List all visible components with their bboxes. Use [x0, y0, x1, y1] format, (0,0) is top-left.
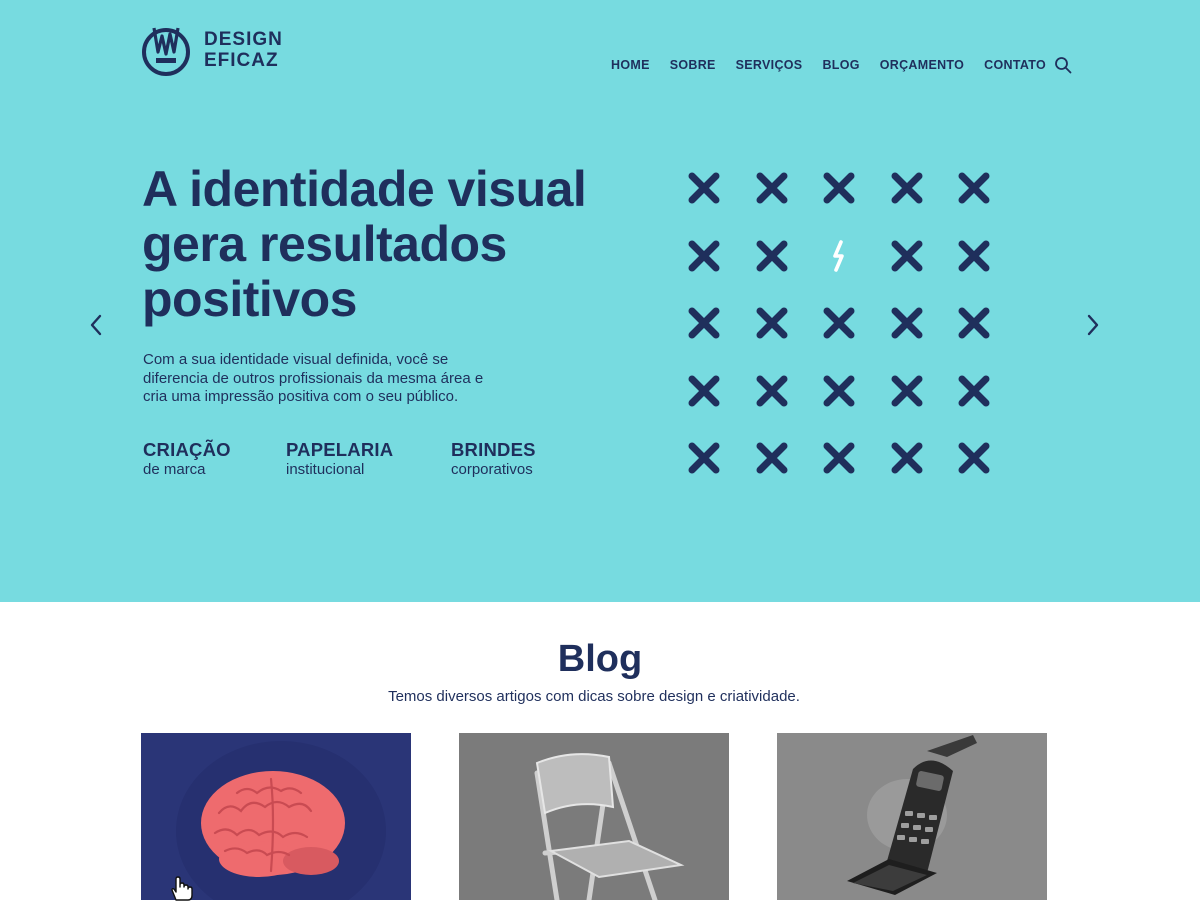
hand-cursor-icon: [171, 876, 193, 901]
chevron-right-icon[interactable]: [1085, 313, 1101, 337]
x-icon: [956, 373, 992, 409]
x-icon: [889, 373, 925, 409]
x-icon: [821, 305, 857, 341]
blog-subtitle: Temos diversos artigos com dicas sobre d…: [388, 688, 800, 705]
feature-item: PAPELARIA institucional: [286, 440, 451, 479]
search-icon[interactable]: [1054, 56, 1072, 74]
hero-lead: Com a sua identidade visual definida, vo…: [143, 351, 484, 405]
x-icon: [686, 305, 722, 341]
nav-sobre[interactable]: SOBRE: [670, 58, 716, 72]
flip-phone-image: [777, 733, 1047, 900]
folding-chair-image: [459, 733, 729, 900]
x-icon: [956, 238, 992, 274]
x-icon: [686, 238, 722, 274]
x-icon: [889, 238, 925, 274]
x-icon: [956, 170, 992, 206]
x-icon: [956, 440, 992, 476]
nav-home[interactable]: HOME: [611, 58, 650, 72]
lightning-icon: [821, 238, 857, 274]
x-icon: [956, 305, 992, 341]
x-icon: [821, 170, 857, 206]
nav-orcamento[interactable]: ORÇAMENTO: [880, 58, 964, 72]
x-icon: [754, 305, 790, 341]
feature-title: PAPELARIA: [286, 439, 394, 460]
main-nav: HOME SOBRE SERVIÇOS BLOG ORÇAMENTO CONTA…: [611, 56, 1072, 74]
x-icon: [686, 373, 722, 409]
blog-card[interactable]: [459, 733, 729, 900]
brand-wordmark: DESIGN EFICAZ: [204, 29, 283, 71]
x-icon: [686, 440, 722, 476]
brand-logo[interactable]: DESIGN EFICAZ: [140, 20, 290, 80]
x-icon: [821, 373, 857, 409]
feature-item: BRINDES corporativos: [451, 440, 561, 479]
x-icon: [889, 170, 925, 206]
logo-icon: [142, 27, 190, 76]
brand-line-2: EFICAZ: [204, 50, 279, 71]
x-icon: [754, 440, 790, 476]
x-icon: [889, 440, 925, 476]
hero-headline: A identidade visual gera resultados posi…: [142, 161, 587, 327]
blog-title: Blog: [557, 638, 643, 680]
x-icon: [754, 238, 790, 274]
pattern-grid: [686, 170, 992, 478]
blog-card[interactable]: [777, 733, 1047, 900]
feature-subtitle: corporativos: [451, 461, 533, 478]
x-icon: [686, 170, 722, 206]
feature-title: CRIAÇÃO: [143, 439, 231, 460]
nav-contato[interactable]: CONTATO: [984, 58, 1046, 72]
x-icon: [754, 170, 790, 206]
hero-section: DESIGN EFICAZ HOME SOBRE SERVIÇOS BLOG O…: [0, 0, 1200, 602]
feature-subtitle: institucional: [286, 461, 365, 478]
x-icon: [754, 373, 790, 409]
chevron-left-icon[interactable]: [88, 313, 104, 337]
brain-image: [176, 741, 386, 900]
feature-title: BRINDES: [451, 439, 536, 460]
x-icon: [821, 440, 857, 476]
nav-servicos[interactable]: SERVIÇOS: [736, 58, 803, 72]
feature-item: CRIAÇÃO de marca: [143, 440, 286, 479]
feature-list: CRIAÇÃO de marca PAPELARIA institucional…: [143, 440, 561, 479]
nav-blog[interactable]: BLOG: [822, 58, 859, 72]
feature-subtitle: de marca: [143, 461, 206, 478]
blog-card[interactable]: [141, 733, 411, 900]
brand-line-1: DESIGN: [204, 29, 283, 50]
x-icon: [889, 305, 925, 341]
